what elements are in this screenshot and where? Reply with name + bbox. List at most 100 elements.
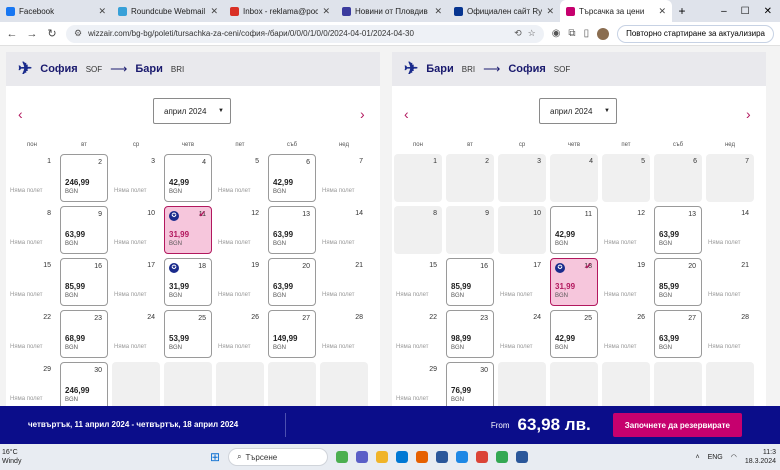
prev-month-icon[interactable]: ‹	[18, 106, 23, 122]
close-tab-icon[interactable]: ✕	[322, 6, 330, 17]
weather-widget[interactable]: 16°C Windy	[0, 448, 90, 466]
close-tab-icon[interactable]: ✕	[546, 6, 554, 17]
day-cell[interactable]: 27 149,99 BGN	[268, 310, 316, 358]
day-cell[interactable]: 22 Няма полет	[394, 310, 442, 358]
url-text[interactable]: wizzair.com/bg-bg/poleti/tursachka-za-ce…	[88, 29, 508, 38]
day-cell[interactable]: 22 Няма полет	[8, 310, 56, 358]
day-cell[interactable]: 24 Няма полет	[498, 310, 546, 358]
close-tab-icon[interactable]: ✕	[434, 6, 442, 17]
chevron-up-icon[interactable]: ˄	[695, 454, 699, 461]
day-cell[interactable]: 17 Няма полет	[498, 258, 546, 306]
day-cell[interactable]: 29 Няма полет	[394, 362, 442, 410]
day-cell[interactable]: 23 98,99 BGN	[446, 310, 494, 358]
file-explorer-icon[interactable]	[376, 451, 389, 463]
close-tab-icon[interactable]: ✕	[98, 6, 106, 17]
windows-start-icon[interactable]: ⊞	[210, 450, 220, 464]
month-select[interactable]: април 2024 ▼	[539, 98, 617, 124]
translate-icon[interactable]: ⟲	[514, 28, 522, 39]
day-cell[interactable]: 3 Няма полет	[112, 154, 160, 202]
store-icon[interactable]	[436, 451, 449, 463]
day-cell[interactable]: 11 ✪ ✔ 31,99 BGN	[164, 206, 212, 254]
day-cell[interactable]: 10 Няма полет	[112, 206, 160, 254]
browser-tab[interactable]: Roundcube Webmail :: Inb ✕	[112, 0, 224, 22]
day-cell[interactable]: 9 63,99 BGN	[60, 206, 108, 254]
day-cell[interactable]: 12 Няма полет	[602, 206, 650, 254]
word-icon[interactable]	[516, 451, 529, 463]
day-cell[interactable]: 18 ✪ ✔ 31,99 BGN	[550, 258, 598, 306]
day-cell[interactable]: 12 Няма полет	[216, 206, 264, 254]
day-cell[interactable]: 19 Няма полет	[216, 258, 264, 306]
day-cell[interactable]: 16 85,99 BGN	[60, 258, 108, 306]
browser-tab[interactable]: Facebook ✕	[0, 0, 112, 22]
sidepanel-icon[interactable]: ▯	[584, 28, 590, 39]
site-info-icon[interactable]: ⚙	[74, 28, 82, 39]
day-cell[interactable]: 16 85,99 BGN	[446, 258, 494, 306]
day-cell[interactable]: 13 63,99 BGN	[654, 206, 702, 254]
day-cell[interactable]: 28 Няма полет	[706, 310, 754, 358]
day-cell[interactable]: 5 Няма полет	[216, 154, 264, 202]
language-indicator[interactable]: ENG	[708, 454, 723, 461]
url-field[interactable]: ⚙ wizzair.com/bg-bg/poleti/tursachka-za-…	[66, 24, 544, 43]
profile-avatar[interactable]	[597, 27, 610, 40]
clock[interactable]: 11:3 18.3.2024	[745, 448, 776, 466]
day-cell[interactable]: 26 Няма полет	[216, 310, 264, 358]
day-cell[interactable]: 19 Няма полет	[602, 258, 650, 306]
browser-tab[interactable]: Търсачка за цени ✕	[560, 0, 672, 22]
day-cell[interactable]: 18 ✪ 31,99 BGN	[164, 258, 212, 306]
app-icon[interactable]	[336, 451, 349, 463]
puzzle-icon[interactable]: ⧉	[568, 28, 575, 39]
next-month-icon[interactable]: ›	[360, 106, 365, 122]
day-cell[interactable]: 23 68,99 BGN	[60, 310, 108, 358]
day-cell[interactable]: 25 53,99 BGN	[164, 310, 212, 358]
browser-tab[interactable]: Официален сайт Ryanair✕	[448, 0, 560, 22]
close-tab-icon[interactable]: ✕	[210, 6, 218, 17]
day-cell[interactable]: 21 Няма полет	[706, 258, 754, 306]
day-cell[interactable]: 24 Няма полет	[112, 310, 160, 358]
day-cell[interactable]: 14 Няма полет	[706, 206, 754, 254]
browser-tab[interactable]: Новини от Пловдив - Акт ✕	[336, 0, 448, 22]
forward-icon[interactable]: →	[26, 28, 38, 40]
back-icon[interactable]: ←	[6, 28, 18, 40]
day-cell[interactable]: 2 246,99 BGN	[60, 154, 108, 202]
app-icon-2[interactable]	[496, 451, 509, 463]
mail-icon[interactable]	[456, 451, 469, 463]
close-window-icon[interactable]: ✕	[764, 6, 772, 17]
day-cell[interactable]: 28 Няма полет	[320, 310, 368, 358]
maximize-icon[interactable]: ☐	[741, 6, 750, 17]
start-booking-button[interactable]: Започнете да резервирате	[612, 413, 742, 437]
prev-month-icon[interactable]: ‹	[404, 106, 409, 122]
day-cell[interactable]: 6 42,99 BGN	[268, 154, 316, 202]
day-cell[interactable]: 15 Няма полет	[8, 258, 56, 306]
extension-icon[interactable]: ◉	[552, 28, 561, 39]
wifi-icon[interactable]: ◠	[731, 453, 737, 461]
day-cell[interactable]: 15 Няма полет	[394, 258, 442, 306]
day-cell[interactable]: 20 63,99 BGN	[268, 258, 316, 306]
day-cell[interactable]: 29 Няма полет	[8, 362, 56, 410]
day-cell[interactable]: 30 76,99 BGN	[446, 362, 494, 410]
teams-icon[interactable]	[356, 451, 369, 463]
day-cell[interactable]: 8 Няма полет	[8, 206, 56, 254]
new-tab-button[interactable]: +	[672, 0, 692, 22]
restart-update-button[interactable]: Повторно стартиране за актуализира	[617, 24, 774, 43]
day-cell[interactable]: 14 Няма полет	[320, 206, 368, 254]
reload-icon[interactable]: ↻	[46, 27, 58, 40]
minimize-icon[interactable]: –	[721, 6, 727, 17]
day-cell[interactable]: 25 42,99 BGN	[550, 310, 598, 358]
day-cell[interactable]: 21 Няма полет	[320, 258, 368, 306]
month-select[interactable]: април 2024 ▼	[153, 98, 231, 124]
day-cell[interactable]: 7 Няма полет	[320, 154, 368, 202]
day-cell[interactable]: 4 42,99 BGN	[164, 154, 212, 202]
day-cell[interactable]: 20 85,99 BGN	[654, 258, 702, 306]
next-month-icon[interactable]: ›	[746, 106, 751, 122]
day-cell[interactable]: 17 Няма полет	[112, 258, 160, 306]
edge-icon[interactable]	[396, 451, 409, 463]
close-tab-icon[interactable]: ✕	[658, 6, 666, 17]
firefox-icon[interactable]	[416, 451, 429, 463]
browser-tab[interactable]: Inbox - reklama@poctepo✕	[224, 0, 336, 22]
day-cell[interactable]: 30 246,99 BGN	[60, 362, 108, 410]
day-cell[interactable]: 1 Няма полет	[8, 154, 56, 202]
day-cell[interactable]: 27 63,99 BGN	[654, 310, 702, 358]
day-cell[interactable]: 11 42,99 BGN	[550, 206, 598, 254]
day-cell[interactable]: 13 63,99 BGN	[268, 206, 316, 254]
bookmark-star-icon[interactable]: ☆	[528, 28, 536, 39]
